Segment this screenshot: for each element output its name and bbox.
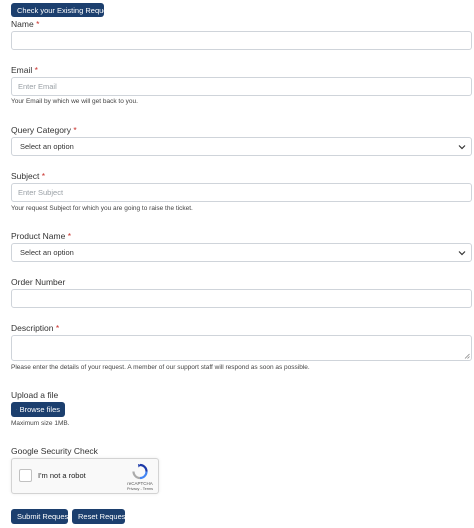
required-mark: * bbox=[34, 65, 38, 75]
required-mark: * bbox=[67, 231, 72, 241]
product-name-select[interactable]: Select an option bbox=[11, 243, 472, 262]
subject-label-text: Subject bbox=[11, 171, 40, 181]
name-label-text: Name bbox=[11, 19, 34, 29]
resize-handle-icon[interactable] bbox=[464, 353, 470, 359]
description-help-text: Please enter the details of your request… bbox=[11, 364, 310, 371]
recaptcha-logo-icon bbox=[132, 463, 148, 480]
product-name-selected: Select an option bbox=[20, 248, 74, 257]
recaptcha-brand: reCAPTCHA bbox=[127, 481, 153, 486]
email-label-text: Email bbox=[11, 65, 33, 75]
recaptcha-checkbox[interactable] bbox=[19, 469, 32, 482]
recaptcha-label: I'm not a robot bbox=[38, 471, 86, 480]
browse-files-button[interactable]: Browse files bbox=[11, 402, 65, 417]
name-label: Name * bbox=[11, 19, 39, 29]
upload-label: Upload a file bbox=[11, 390, 59, 400]
query-category-label-text: Query Category bbox=[11, 125, 71, 135]
query-category-select[interactable]: Select an option bbox=[11, 137, 472, 156]
security-check-label: Google Security Check bbox=[11, 446, 98, 456]
subject-placeholder: Enter Subject bbox=[18, 188, 64, 197]
description-label: Description * bbox=[11, 323, 59, 333]
name-input[interactable] bbox=[11, 31, 472, 50]
required-mark: * bbox=[36, 19, 40, 29]
plus-icon bbox=[16, 409, 17, 410]
order-number-label-text: Order Number bbox=[11, 277, 66, 287]
subject-label: Subject * bbox=[11, 171, 45, 181]
chevron-down-icon bbox=[458, 250, 466, 255]
required-mark: * bbox=[55, 323, 60, 333]
email-help-text: Your Email by which we will get back to … bbox=[11, 98, 138, 105]
required-mark: * bbox=[41, 171, 46, 181]
email-placeholder: Enter Email bbox=[18, 82, 57, 91]
recaptcha-widget: I'm not a robot reCAPTCHA Privacy - Term… bbox=[11, 458, 159, 494]
description-label-text: Description bbox=[11, 323, 54, 333]
subject-input[interactable]: Enter Subject bbox=[11, 183, 472, 202]
required-mark: * bbox=[73, 125, 77, 135]
subject-help-text: Your request Subject for which you are g… bbox=[11, 205, 193, 212]
email-label: Email * bbox=[11, 65, 38, 75]
order-number-input[interactable] bbox=[11, 289, 472, 308]
description-textarea[interactable] bbox=[11, 335, 472, 361]
query-category-label: Query Category * bbox=[11, 125, 77, 135]
recaptcha-links[interactable]: Privacy - Terms bbox=[122, 487, 158, 491]
browse-files-label: Browse files bbox=[19, 405, 60, 414]
reset-request-button[interactable]: Reset Request bbox=[72, 509, 128, 524]
order-number-label: Order Number bbox=[11, 277, 65, 287]
query-category-selected: Select an option bbox=[20, 142, 74, 151]
check-existing-request-button[interactable]: Check your Existing Request bbox=[11, 3, 113, 17]
product-name-label-text: Product Name bbox=[11, 231, 66, 241]
upload-help-text: Maximum size 1MB. bbox=[11, 420, 70, 427]
product-name-label: Product Name * bbox=[11, 231, 71, 241]
email-input[interactable]: Enter Email bbox=[11, 77, 472, 96]
chevron-down-icon bbox=[458, 144, 466, 149]
submit-request-button[interactable]: Submit Request bbox=[11, 509, 70, 524]
